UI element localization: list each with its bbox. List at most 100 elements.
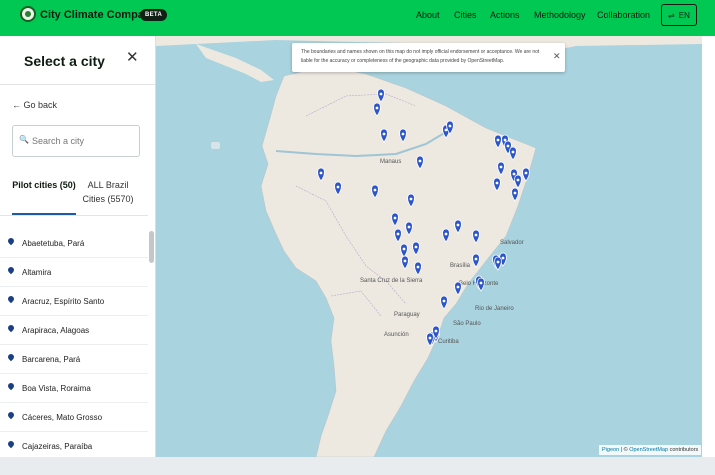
- divider: [0, 215, 148, 216]
- city-name: Cajazeiras, Paraíba: [22, 442, 93, 451]
- map-marker-dot: [403, 259, 407, 263]
- map-label-brasilia: Brasília: [450, 263, 471, 269]
- divider: [0, 84, 155, 85]
- map-marker-dot: [382, 132, 386, 136]
- search-icon: 🔍: [19, 135, 29, 144]
- tab-all-brazil-cities[interactable]: ALL Brazil Cities (5570): [76, 178, 140, 206]
- search-input[interactable]: [32, 127, 136, 155]
- map-marker-dot: [512, 172, 516, 176]
- list-item[interactable]: Barcarena, Pará: [0, 345, 148, 374]
- map-marker-dot: [503, 138, 507, 142]
- map-marker-dot: [407, 225, 411, 229]
- city-name: Cáceres, Mato Grosso: [22, 413, 103, 422]
- map-label-asuncion: Asunción: [384, 332, 409, 338]
- map-label-manaus: Manaus: [380, 159, 401, 165]
- map-pin-icon: [6, 265, 16, 275]
- map-marker-dot: [501, 256, 505, 260]
- map-pin-icon: [6, 439, 16, 449]
- close-icon[interactable]: ✕: [553, 51, 561, 62]
- map-pin-icon: [6, 381, 16, 391]
- page-footer-strip: [0, 457, 715, 475]
- city-sidebar: Select a city ✕ ← Go back 🔍 Pilot cities…: [0, 36, 156, 461]
- search-box[interactable]: 🔍: [12, 125, 140, 157]
- map-marker-dot: [495, 181, 499, 185]
- map-marker-dot: [456, 285, 460, 289]
- nav-actions[interactable]: Actions: [490, 10, 520, 20]
- go-back-link[interactable]: ← Go back: [12, 100, 57, 110]
- nav-about[interactable]: About: [416, 10, 440, 20]
- map-marker-dot: [474, 233, 478, 237]
- map-marker-dot: [418, 159, 422, 163]
- sidebar-title: Select a city: [24, 53, 105, 69]
- map-marker-dot: [416, 265, 420, 269]
- disclaimer-text: The boundaries and names shown on this m…: [301, 49, 540, 64]
- map-pin-icon: [6, 410, 16, 420]
- map-pin-icon: [6, 236, 16, 246]
- list-item[interactable]: Boa Vista, Roraima: [0, 374, 148, 403]
- map-marker-dot: [402, 247, 406, 251]
- map-side-strip: [702, 36, 715, 457]
- map-marker-dot: [336, 185, 340, 189]
- map-marker-dot: [516, 178, 520, 182]
- scrollbar[interactable]: [149, 231, 154, 263]
- map-marker-dot: [474, 257, 478, 261]
- list-item[interactable]: Aracruz, Espírito Santo: [0, 287, 148, 316]
- close-icon[interactable]: ✕: [126, 48, 139, 66]
- map-marker-dot: [444, 232, 448, 236]
- map-marker-dot: [456, 223, 460, 227]
- map-marker-dot: [513, 191, 517, 195]
- list-item[interactable]: Cáceres, Mato Grosso: [0, 403, 148, 432]
- map-label-curitiba: Curitiba: [438, 339, 459, 345]
- map-marker-dot: [375, 106, 379, 110]
- map-attribution: Pigeon | © OpenStreetMap contributors: [599, 445, 702, 455]
- map-marker-dot: [434, 329, 438, 333]
- tab-pilot-cities[interactable]: Pilot cities (50): [12, 178, 76, 192]
- map-disclaimer: The boundaries and names shown on this m…: [292, 43, 565, 72]
- map-marker-dot: [496, 260, 500, 264]
- nav-cities[interactable]: Cities: [454, 10, 477, 20]
- city-name: Altamira: [22, 268, 52, 277]
- brand-name[interactable]: City Climate Compass: [40, 9, 156, 21]
- city-list: Abaetetuba, Pará Altamira Aracruz, Espír…: [0, 229, 148, 461]
- map-label-santa-cruz: Santa Cruz de la Sierra: [360, 278, 423, 284]
- attribution-tail: contributors: [668, 447, 699, 453]
- map-marker-dot: [442, 299, 446, 303]
- city-name: Boa Vista, Roraima: [22, 384, 91, 393]
- map-label-sao-paulo: São Paulo: [453, 321, 481, 327]
- language-button[interactable]: ⇌ EN: [661, 4, 697, 26]
- map-label-rio-de-janeiro: Rio de Janeiro: [475, 306, 514, 312]
- map-marker-dot: [373, 188, 377, 192]
- city-name: Aracruz, Espírito Santo: [22, 297, 105, 306]
- beta-badge: BETA: [140, 9, 168, 21]
- nav-methodology[interactable]: Methodology: [534, 10, 586, 20]
- city-name: Abaetetuba, Pará: [22, 239, 85, 248]
- osm-link[interactable]: OpenStreetMap: [629, 447, 668, 453]
- attribution-separator: | ©: [619, 447, 630, 453]
- map-marker-dot: [319, 171, 323, 175]
- map-marker-dot: [506, 144, 510, 148]
- city-name: Arapiraca, Alagoas: [22, 326, 90, 335]
- list-item[interactable]: Altamira: [0, 258, 148, 287]
- pigeon-link[interactable]: Pigeon: [602, 447, 619, 453]
- language-label: EN: [678, 10, 690, 20]
- nav-collaboration[interactable]: Collaboration: [597, 10, 650, 20]
- map-marker-dot: [499, 165, 503, 169]
- city-name: Barcarena, Pará: [22, 355, 81, 364]
- map-pin-icon: [6, 352, 16, 362]
- top-header: City Climate Compass BETA About Cities A…: [0, 0, 715, 36]
- map-view[interactable]: Manaus Salvador Brasília Belo Horizonte …: [156, 36, 702, 457]
- map-marker-dot: [379, 92, 383, 96]
- map-marker-dot: [393, 216, 397, 220]
- map-label-salvador: Salvador: [500, 240, 524, 246]
- map-marker-dot: [496, 138, 500, 142]
- map-marker-dot: [414, 245, 418, 249]
- map-marker-dot: [479, 281, 483, 285]
- translate-icon: ⇌: [668, 10, 675, 20]
- list-item[interactable]: Arapiraca, Alagoas: [0, 316, 148, 345]
- map-label-paraguay: Paraguay: [394, 312, 420, 318]
- logo-icon[interactable]: [20, 6, 36, 22]
- list-item[interactable]: Abaetetuba, Pará: [0, 229, 148, 258]
- map-marker-dot: [428, 336, 432, 340]
- map-marker-dot: [448, 124, 452, 128]
- map-pin-icon: [6, 323, 16, 333]
